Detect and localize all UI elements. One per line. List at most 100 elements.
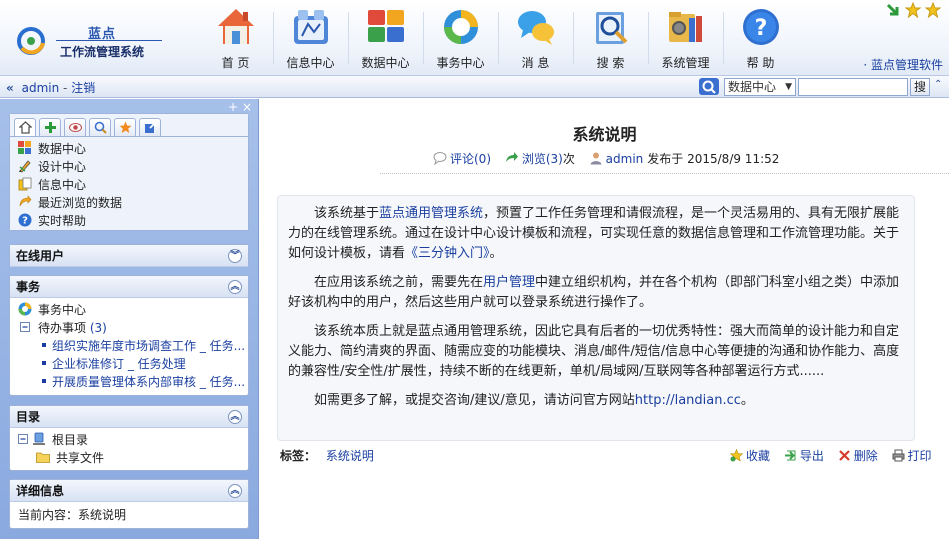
quick-tabs (10, 114, 248, 136)
quick-item-label: 数据中心 (38, 142, 87, 156)
website-link[interactable]: http://landian.cc (635, 393, 741, 408)
tab-link[interactable] (139, 118, 161, 136)
quick-item-label: 设计中心 (38, 160, 87, 174)
product-inline-link[interactable]: 蓝点通用管理系统 (379, 206, 483, 221)
article-paragraph: 如需更多了解，或提交咨询/建议/意见，请访问官方网站http://landian… (288, 391, 904, 411)
quick-start-link[interactable]: 《三分钟入门》 (405, 246, 490, 261)
nav-data-label: 数据中心 (361, 56, 410, 70)
nav-help[interactable]: ? 帮 助 (723, 0, 798, 76)
main-content: 系统说明 评论(0) 浏览(3)次 admin 发布于 2015/8/9 11:5… (260, 99, 949, 539)
todo-item[interactable]: 待办事项 (3) (10, 319, 248, 337)
favorite-icon (730, 449, 743, 462)
tree-shared[interactable]: 共享文件 (10, 449, 248, 467)
task-item[interactable]: 开展质量管理体系内部审核 _ 任务... (10, 373, 248, 391)
brand-logo[interactable]: 蓝点 工作流管理系统 (16, 20, 162, 62)
author-link[interactable]: admin (606, 152, 644, 166)
print-button[interactable]: 打印 (892, 449, 932, 463)
tree-shared-label: 共享文件 (56, 451, 105, 465)
export-button[interactable]: 导出 (784, 449, 828, 463)
affairs-header[interactable]: 事务 ︽ (10, 276, 248, 298)
down-arrow-icon[interactable] (885, 2, 901, 18)
collapse-icon[interactable]: ︽ (228, 280, 242, 294)
nav-search-label: 搜 索 (596, 56, 625, 70)
quick-item-recent[interactable]: 最近浏览的数据 (10, 194, 248, 212)
expand-icon[interactable]: ︾ (228, 249, 242, 263)
tag-link[interactable]: 系统说明 (326, 449, 374, 463)
text-span: 该系统基于 (314, 206, 380, 221)
star-add-icon[interactable] (904, 1, 922, 19)
add-icon[interactable]: + (228, 100, 238, 114)
quick-item-data-center[interactable]: 数据中心 (10, 140, 248, 158)
tab-view[interactable] (64, 118, 86, 136)
task-link[interactable]: 组织实施年度市场调查工作 _ 任务... (52, 339, 245, 353)
nav-admin[interactable]: 系统管理 (648, 0, 723, 76)
quick-item-info-center[interactable]: 信息中心 (10, 176, 248, 194)
nav-home[interactable]: 首 页 (198, 0, 273, 76)
affairs-center-item[interactable]: 事务中心 (10, 301, 248, 319)
nav-info-label: 信息中心 (286, 56, 335, 70)
search-icon[interactable] (699, 78, 719, 95)
nav-affairs-center[interactable]: 事务中心 (423, 0, 498, 76)
plus-icon (45, 122, 56, 133)
task-item[interactable]: 企业标准修订 _ 任务处理 (10, 355, 248, 373)
views-link[interactable]: 浏览(3) (522, 152, 563, 166)
svg-text:?: ? (755, 16, 768, 41)
search-scope-select[interactable]: 数据中心 ▼ (724, 78, 796, 96)
nav-admin-label: 系统管理 (661, 56, 710, 70)
delete-button[interactable]: 删除 (838, 449, 882, 463)
article-body: 该系统基于蓝点通用管理系统，预置了工作任务管理和请假流程，是一个灵活易用的、具有… (277, 195, 915, 441)
info-center-icon (294, 10, 328, 44)
collapse-icon[interactable]: ︽ (228, 484, 242, 498)
quick-panel: 数据中心 设计中心 信息中心 最近浏览的数据 ? 实时帮助 (9, 113, 249, 231)
nav-search[interactable]: 搜 索 (573, 0, 648, 76)
online-users-header[interactable]: 在线用户 ︾ (10, 245, 248, 267)
affairs-list: 事务中心 待办事项 (3) 组织实施年度市场调查工作 _ 任务... 企业标准修… (10, 298, 248, 391)
article-meta-inner: 评论(0) 浏览(3)次 admin 发布于 2015/8/9 11:52 (433, 150, 779, 167)
nav-info-center[interactable]: 信息中心 (273, 0, 348, 76)
favorite-button[interactable]: 收藏 (730, 449, 774, 463)
quick-item-design-center[interactable]: 设计中心 (10, 158, 248, 176)
todo-count: (3) (89, 321, 107, 335)
delete-label[interactable]: 删除 (854, 449, 878, 463)
close-icon[interactable]: × (242, 100, 252, 114)
nav-data-center[interactable]: 数据中心 (348, 0, 423, 76)
nav-message[interactable]: 消 息 (498, 0, 573, 76)
task-link[interactable]: 企业标准修订 _ 任务处理 (52, 357, 186, 371)
search-button[interactable]: 搜 (910, 78, 930, 96)
tree-root[interactable]: 根目录 (10, 431, 248, 449)
affairs-panel: 事务 ︽ 事务中心 待办事项 (3) 组织实施年度市场调查工作 _ 任务... … (9, 275, 249, 396)
search-input[interactable] (798, 78, 908, 96)
text-span: 。 (740, 393, 754, 408)
logout-link[interactable]: 注销 (71, 81, 95, 95)
task-item[interactable]: 组织实施年度市场调查工作 _ 任务... (10, 337, 248, 355)
print-label[interactable]: 打印 (908, 449, 932, 463)
task-link[interactable]: 开展质量管理体系内部审核 _ 任务... (52, 375, 245, 389)
tab-add[interactable] (39, 118, 61, 136)
tab-favorite[interactable] (114, 118, 136, 136)
favorite-label[interactable]: 收藏 (746, 449, 770, 463)
tab-search[interactable] (89, 118, 111, 136)
affairs-title: 事务 (16, 280, 41, 294)
user-manage-link[interactable]: 用户管理 (483, 275, 535, 290)
tab-home[interactable] (14, 118, 36, 136)
star-icon[interactable] (924, 1, 942, 19)
collapse-left-icon[interactable]: « (6, 81, 14, 95)
collapse-icon[interactable]: ︽ (228, 410, 242, 424)
tree-collapse-icon[interactable] (18, 320, 32, 334)
export-label[interactable]: 导出 (800, 449, 824, 463)
detail-header[interactable]: 详细信息 ︽ (10, 480, 248, 502)
comment-link[interactable]: 评论(0) (450, 152, 491, 166)
tree-toggle-icon[interactable] (16, 432, 30, 446)
help-nav-icon: ? (743, 9, 779, 45)
help-icon: ? (18, 213, 32, 227)
user-sep: - (63, 81, 68, 95)
quick-item-help[interactable]: ? 实时帮助 (10, 212, 248, 230)
logo-mark-icon (17, 27, 45, 55)
export-icon (784, 450, 796, 461)
product-link[interactable]: · 蓝点管理软件 (863, 56, 943, 73)
user-link[interactable]: admin (22, 81, 60, 95)
comment-icon (433, 152, 447, 165)
folder-icon (36, 452, 50, 463)
collapse-up-icon[interactable]: ⌃ (934, 79, 942, 90)
directory-header[interactable]: 目录 ︽ (10, 406, 248, 428)
